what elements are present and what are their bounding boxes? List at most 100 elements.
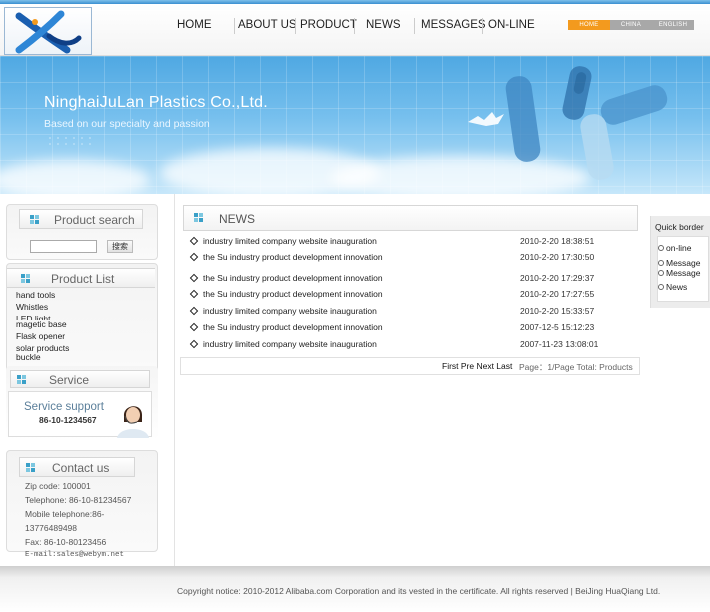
column-divider [174, 194, 175, 570]
news-title-link[interactable]: the Su industry product development inno… [203, 289, 383, 299]
product-search-title-bar: Product search [19, 209, 143, 229]
contact-mobile-label: Mobile telephone:86- [25, 509, 105, 519]
quick-link-news[interactable]: News [658, 282, 687, 292]
news-pager: First Pre Next Last Page：1/Page Total: P… [180, 357, 640, 375]
news-date: 2010-2-20 17:27:55 [520, 289, 595, 299]
section-square-icon [21, 274, 31, 284]
news-row: the Su industry product development inno… [189, 288, 601, 302]
diamond-bullet-icon [189, 273, 199, 283]
diamond-bullet-icon [189, 252, 199, 262]
news-title-bar: NEWS [183, 205, 638, 231]
contact-title: Contact us [52, 461, 110, 475]
news-row: industry limited company website inaugur… [189, 338, 601, 352]
lang-china[interactable]: CHINA [610, 20, 652, 30]
service-support-label: Service support [24, 401, 104, 413]
news-title-link[interactable]: industry limited company website inaugur… [203, 236, 377, 246]
diamond-bullet-icon [189, 236, 199, 246]
news-row: industry limited company website inaugur… [189, 235, 601, 249]
nav-divider [354, 18, 355, 34]
section-square-icon [194, 213, 204, 223]
news-title-link[interactable]: the Su industry product development inno… [203, 252, 383, 262]
quick-link-label: on-line [666, 243, 692, 253]
service-title-bar: Service [10, 370, 150, 388]
nav-divider [482, 18, 483, 34]
pager-links[interactable]: First Pre Next Last [442, 361, 512, 371]
quick-link-online[interactable]: on-line [658, 243, 692, 253]
nav-divider [234, 18, 235, 34]
contact-email[interactable]: E-mail:sales@webym.net [25, 551, 124, 559]
quick-link-message[interactable]: Message [658, 258, 701, 268]
section-square-icon [17, 375, 27, 385]
quick-link-label: Message [666, 258, 701, 268]
header: HOME ABOUT US PRODUCT NEWS MESSAGES ON-L… [0, 4, 710, 56]
contact-zip: Zip code: 100001 [25, 481, 91, 491]
news-row: the Su industry product development inno… [189, 272, 601, 286]
nav-product[interactable]: PRODUCT [300, 19, 357, 31]
news-row: industry limited company website inaugur… [189, 305, 601, 319]
quick-border-title: Quick border [655, 222, 704, 232]
quick-link-message[interactable]: Message [658, 268, 701, 278]
nav-divider [295, 18, 296, 34]
nav-online[interactable]: ON-LINE [488, 19, 535, 31]
copyright-notice: Copyright notice: 2010-2012 Alibaba.com … [177, 586, 661, 596]
service-title: Service [49, 373, 90, 387]
section-square-icon [26, 463, 36, 473]
news-row: the Su industry product development inno… [189, 321, 601, 335]
diamond-bullet-icon [189, 306, 199, 316]
nav-home[interactable]: HOME [177, 19, 212, 31]
circle-bullet-icon [658, 270, 664, 276]
hero-banner: NinghaiJuLan Plastics Co.,Ltd. Based on … [0, 56, 710, 194]
news-date: 2010-2-20 18:38:51 [520, 236, 595, 246]
pager-info: Page：1/Page Total: Products [519, 362, 633, 372]
support-agent-icon [117, 406, 149, 438]
page: HOME ABOUT US PRODUCT NEWS MESSAGES ON-L… [0, 0, 710, 612]
product-link[interactable]: Whistles [16, 302, 48, 312]
news-title-link[interactable]: the Su industry product development inno… [203, 322, 383, 332]
quick-border-list: on-line Message Message News [657, 236, 709, 302]
product-list-title: Product List [51, 272, 115, 286]
product-link[interactable]: Flask opener [16, 331, 65, 341]
news-date: 2007-12-5 15:12:23 [520, 322, 595, 332]
quick-link-label: News [666, 282, 688, 292]
service-support-card[interactable]: Service support 86-10-1234567 [8, 391, 152, 438]
company-slogan: Based on our specialty and passion [44, 118, 210, 130]
diamond-bullet-icon [189, 339, 199, 349]
news-date: 2007-11-23 13:08:01 [520, 339, 599, 349]
nav-messages[interactable]: MESSAGES [421, 19, 486, 31]
product-list-title-bar: Product List [7, 268, 155, 288]
nav-divider [414, 18, 415, 34]
news-title-link[interactable]: industry limited company website inaugur… [203, 306, 377, 316]
contact-fax: Fax: 86-10-80123456 [25, 537, 107, 547]
company-name: NinghaiJuLan Plastics Co.,Ltd. [44, 94, 268, 111]
logo-mark-icon [15, 10, 82, 54]
news-date: 2010-2-20 15:33:57 [520, 306, 595, 316]
circle-bullet-icon [658, 245, 664, 251]
diamond-bullet-icon [189, 322, 199, 332]
contact-telephone: Telephone: 86-10-81234567 [25, 495, 132, 505]
diamond-bullet-icon [189, 289, 199, 299]
product-search-input[interactable] [30, 240, 97, 253]
lang-english[interactable]: ENGLISH [652, 20, 694, 30]
service-phone: 86-10-1234567 [39, 415, 97, 425]
product-link[interactable]: magetic base [16, 319, 67, 329]
contact-title-bar: Contact us [19, 457, 135, 477]
news-title-link[interactable]: the Su industry product development inno… [203, 273, 383, 283]
product-link[interactable]: hand tools [16, 290, 55, 300]
language-bar: HOME CHINA ENGLISH [568, 20, 694, 30]
circle-bullet-icon [658, 260, 664, 266]
nav-about-us[interactable]: ABOUT US [238, 19, 297, 31]
quick-link-label: Message [666, 268, 701, 278]
product-search-title: Product search [54, 213, 135, 227]
nav-news[interactable]: NEWS [366, 19, 401, 31]
section-square-icon [30, 215, 40, 225]
news-date: 2010-2-20 17:29:37 [520, 273, 595, 283]
company-logo[interactable] [4, 7, 92, 55]
product-search-button[interactable]: 搜索 [107, 240, 133, 253]
news-date: 2010-2-20 17:30:50 [520, 252, 595, 262]
lang-home[interactable]: HOME [568, 20, 610, 30]
news-row: the Su industry product development inno… [189, 251, 601, 265]
news-title: NEWS [219, 212, 255, 226]
circle-bullet-icon [658, 284, 664, 290]
product-link[interactable]: buckle [16, 352, 41, 362]
news-title-link[interactable]: industry limited company website inaugur… [203, 339, 377, 349]
